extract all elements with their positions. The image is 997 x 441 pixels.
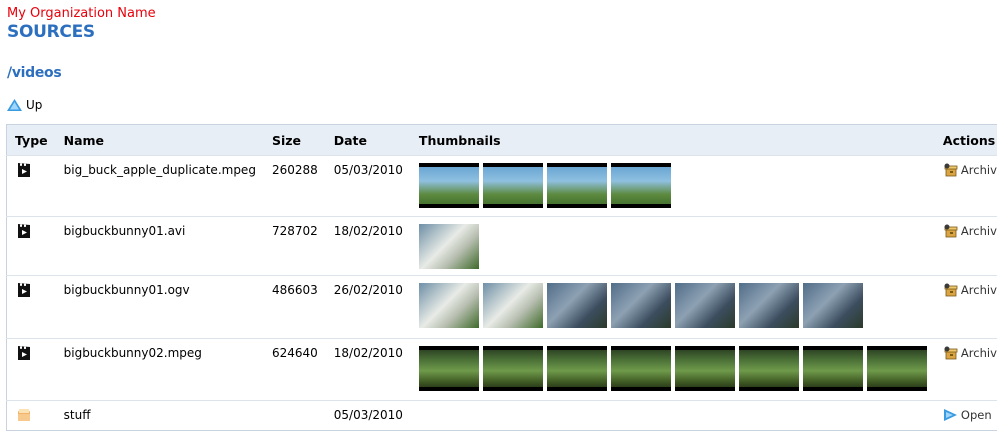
archive-icon	[944, 163, 958, 177]
video-thumbnail[interactable]	[610, 163, 671, 208]
movie-icon	[18, 283, 30, 297]
cell-thumbnails	[410, 216, 935, 276]
open-button[interactable]: Open	[943, 408, 997, 422]
cell-name[interactable]: bigbuckbunny01.avi	[55, 216, 264, 276]
cell-size: 624640	[263, 338, 326, 401]
thumbnail-strip	[418, 283, 927, 328]
video-thumbnail[interactable]	[418, 346, 479, 391]
cell-size: 260288	[263, 155, 326, 217]
archive-button[interactable]: Archive	[943, 346, 997, 360]
cell-type	[6, 400, 56, 431]
table-row[interactable]: big_buck_apple_duplicate.mpeg 260288 05/03…	[6, 155, 997, 217]
action-label: Open	[960, 408, 992, 422]
col-type: Type	[15, 132, 48, 148]
thumbnail-strip	[418, 163, 927, 208]
archive-button[interactable]: Archive	[943, 163, 997, 177]
video-thumbnail[interactable]	[482, 346, 543, 391]
video-thumbnail[interactable]	[802, 283, 863, 328]
video-thumbnail[interactable]	[610, 346, 671, 391]
cell-date: 18/02/2010	[325, 338, 411, 401]
action-label: Archive	[960, 163, 997, 177]
video-thumbnail[interactable]	[546, 346, 607, 391]
table-row[interactable]: bigbuckbunny01.ogv 486603 26/02/2010 Archiv…	[6, 275, 997, 339]
video-thumbnail[interactable]	[482, 283, 543, 328]
cell-date: 26/02/2010	[325, 275, 411, 339]
col-size: Size	[271, 132, 301, 148]
cell-thumbnails	[410, 155, 935, 217]
action-label: Archive	[960, 224, 997, 238]
movie-icon	[18, 346, 30, 360]
cell-thumbnails	[410, 400, 935, 431]
cell-actions: Archive	[934, 155, 997, 217]
video-thumbnail[interactable]	[546, 283, 607, 328]
video-thumbnail[interactable]	[802, 346, 863, 391]
cell-type	[6, 338, 56, 401]
table-row[interactable]: bigbuckbunny01.avi 728702 18/02/2010 Archiv…	[6, 216, 997, 276]
cell-type	[6, 275, 56, 339]
cell-name[interactable]: big_buck_apple_duplicate.mpeg	[55, 155, 264, 217]
cell-type	[6, 216, 56, 276]
page-title: SOURCES	[7, 22, 95, 42]
cell-actions: Open	[934, 400, 997, 431]
cell-actions: Archive	[934, 216, 997, 276]
table-row[interactable]: bigbuckbunny02.mpeg 624640 18/02/2010 Archi…	[6, 338, 997, 401]
cell-actions: Archive	[934, 275, 997, 339]
video-thumbnail[interactable]	[418, 163, 479, 208]
video-thumbnail[interactable]	[738, 346, 799, 391]
movie-icon	[18, 163, 30, 177]
cell-thumbnails	[410, 275, 935, 339]
cell-size: 728702	[263, 216, 326, 276]
movie-icon	[18, 224, 30, 238]
cell-date: 05/03/2010	[325, 155, 411, 217]
cell-thumbnails	[410, 338, 935, 401]
cell-size: 486603	[263, 275, 326, 339]
up-label: Up	[26, 98, 43, 112]
cell-name[interactable]: bigbuckbunny01.ogv	[55, 275, 264, 339]
video-thumbnail[interactable]	[418, 224, 479, 269]
open-arrow-icon	[943, 409, 957, 421]
cell-name[interactable]: stuff	[55, 400, 264, 431]
cell-size	[263, 400, 326, 431]
up-link[interactable]: Up	[7, 98, 42, 112]
action-label: Archive	[960, 346, 997, 360]
video-thumbnail[interactable]	[866, 346, 927, 391]
current-path: /videos	[7, 65, 62, 81]
organization-name: My Organization Name	[7, 6, 156, 21]
sources-table: Type Name Size Date Thumbnails Actions b…	[6, 124, 997, 431]
thumbnail-strip	[418, 224, 927, 269]
table-row[interactable]: stuff 05/03/2010 Open	[6, 400, 997, 431]
cell-date: 18/02/2010	[325, 216, 411, 276]
archive-icon	[944, 283, 958, 297]
video-thumbnail[interactable]	[738, 283, 799, 328]
cell-name[interactable]: bigbuckbunny02.mpeg	[55, 338, 264, 401]
thumbnail-strip	[418, 346, 927, 391]
col-thumbnails: Thumbnails	[418, 132, 501, 148]
archive-icon	[944, 224, 958, 238]
archive-button[interactable]: Archive	[943, 283, 997, 297]
table-header-row: Type Name Size Date Thumbnails Actions	[6, 124, 997, 156]
cell-date: 05/03/2010	[325, 400, 411, 431]
video-thumbnail[interactable]	[610, 283, 671, 328]
cell-type	[6, 155, 56, 217]
video-thumbnail[interactable]	[674, 346, 735, 391]
col-actions: Actions	[942, 132, 996, 148]
video-thumbnail[interactable]	[546, 163, 607, 208]
col-date: Date	[333, 132, 368, 148]
video-thumbnail[interactable]	[482, 163, 543, 208]
archive-icon	[944, 346, 958, 360]
up-arrow-icon	[7, 99, 22, 111]
video-thumbnail[interactable]	[418, 283, 479, 328]
archive-button[interactable]: Archive	[943, 224, 997, 238]
action-label: Archive	[960, 283, 997, 297]
video-thumbnail[interactable]	[674, 283, 735, 328]
col-name: Name	[63, 132, 105, 148]
cell-actions: Archive	[934, 338, 997, 401]
folder-icon	[18, 409, 30, 421]
